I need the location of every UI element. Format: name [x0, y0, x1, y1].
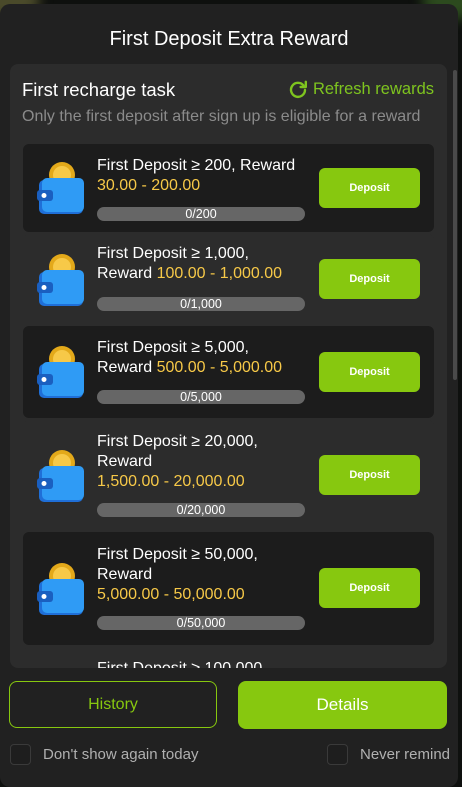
task-reward: 100.00 - 1,000.00	[156, 265, 283, 282]
refresh-rewards-label: Refresh rewards	[312, 80, 434, 98]
dont-show-again-toggle[interactable]: Don't show again today	[10, 744, 198, 765]
task-line-1: First Deposit ≥ 200, Reward	[97, 157, 296, 174]
wallet-coin-icon	[37, 346, 84, 398]
task-progress-bar: 0/50,000	[97, 616, 305, 630]
task-line-1: First Deposit ≥ 50,000,	[97, 546, 258, 563]
refresh-rewards-button[interactable]: Refresh rewards	[288, 78, 434, 100]
modal-title: First Deposit Extra Reward	[109, 28, 349, 50]
task-line-1: First Deposit ≥ 5,000,	[97, 339, 249, 356]
task-reward: 5,000.00 - 50,000.00	[97, 586, 245, 603]
never-remind-label: Never remind	[360, 746, 451, 763]
task-description: First Deposit ≥ 50,000, Reward 5,000.00 …	[97, 545, 312, 605]
task-description: First Deposit ≥ 100,000,	[97, 659, 312, 668]
reward-modal: First Deposit Extra Reward First recharg…	[0, 4, 458, 787]
task-progress-bar: 0/200	[97, 207, 305, 221]
task-card: First Deposit ≥ 50,000, Reward 5,000.00 …	[23, 532, 434, 645]
task-card: First Deposit ≥ 100,000,	[23, 647, 434, 668]
task-description: First Deposit ≥ 20,000, Reward 1,500.00 …	[97, 432, 312, 492]
task-card: First Deposit ≥ 200, Reward 30.00 - 200.…	[23, 144, 434, 232]
task-card: First Deposit ≥ 5,000, Reward 500.00 - 5…	[23, 326, 434, 418]
task-description: First Deposit ≥ 5,000, Reward 500.00 - 5…	[97, 338, 312, 378]
deposit-button[interactable]: Deposit	[319, 455, 420, 495]
task-line-1: First Deposit ≥ 20,000,	[97, 433, 258, 450]
dont-show-again-label: Don't show again today	[43, 746, 199, 763]
deposit-button[interactable]: Deposit	[319, 259, 420, 299]
panel-title: First recharge task	[22, 79, 176, 100]
wallet-coin-icon	[37, 254, 84, 306]
progress-text: 0/1,000	[180, 297, 222, 311]
wallet-coin-icon	[37, 450, 84, 502]
progress-text: 0/50,000	[176, 616, 226, 630]
task-description: First Deposit ≥ 200, Reward 30.00 - 200.…	[97, 156, 312, 196]
panel-scrollbar[interactable]	[453, 70, 457, 380]
deposit-button[interactable]: Deposit	[319, 568, 420, 608]
task-line-2: Reward	[97, 566, 153, 583]
details-button[interactable]: Details	[238, 681, 447, 729]
task-line-2: Reward	[97, 359, 157, 376]
task-card: First Deposit ≥ 1,000, Reward 100.00 - 1…	[23, 234, 434, 324]
task-line-2: Reward	[97, 265, 157, 282]
task-progress-bar: 0/1,000	[97, 297, 305, 311]
task-description: First Deposit ≥ 1,000, Reward 100.00 - 1…	[97, 244, 312, 284]
task-progress-bar: 0/20,000	[97, 503, 305, 517]
recharge-task-panel: First recharge task Refresh rewards Only…	[10, 64, 447, 668]
deposit-button[interactable]: Deposit	[319, 168, 420, 208]
dont-show-again-checkbox[interactable]	[10, 744, 31, 765]
never-remind-toggle[interactable]: Never remind	[327, 744, 450, 765]
panel-subtitle: Only the first deposit after sign up is …	[22, 108, 421, 125]
progress-text: 0/200	[185, 207, 217, 221]
progress-text: 0/20,000	[176, 503, 226, 517]
history-button[interactable]: History	[9, 681, 217, 728]
progress-text: 0/5,000	[180, 390, 222, 404]
task-reward: 500.00 - 5,000.00	[156, 359, 283, 376]
never-remind-checkbox[interactable]	[327, 744, 348, 765]
task-reward: 30.00 - 200.00	[97, 177, 201, 194]
task-card: First Deposit ≥ 20,000, Reward 1,500.00 …	[23, 420, 434, 530]
refresh-icon	[289, 80, 307, 99]
task-line-1: First Deposit ≥ 100,000,	[97, 659, 312, 668]
wallet-coin-icon	[37, 162, 84, 214]
task-line-2: Reward	[97, 453, 153, 470]
task-progress-bar: 0/5,000	[97, 390, 305, 404]
deposit-button[interactable]: Deposit	[319, 352, 420, 392]
task-reward: 1,500.00 - 20,000.00	[97, 473, 245, 490]
task-line-1: First Deposit ≥ 1,000,	[97, 245, 249, 262]
wallet-coin-icon	[37, 563, 84, 615]
